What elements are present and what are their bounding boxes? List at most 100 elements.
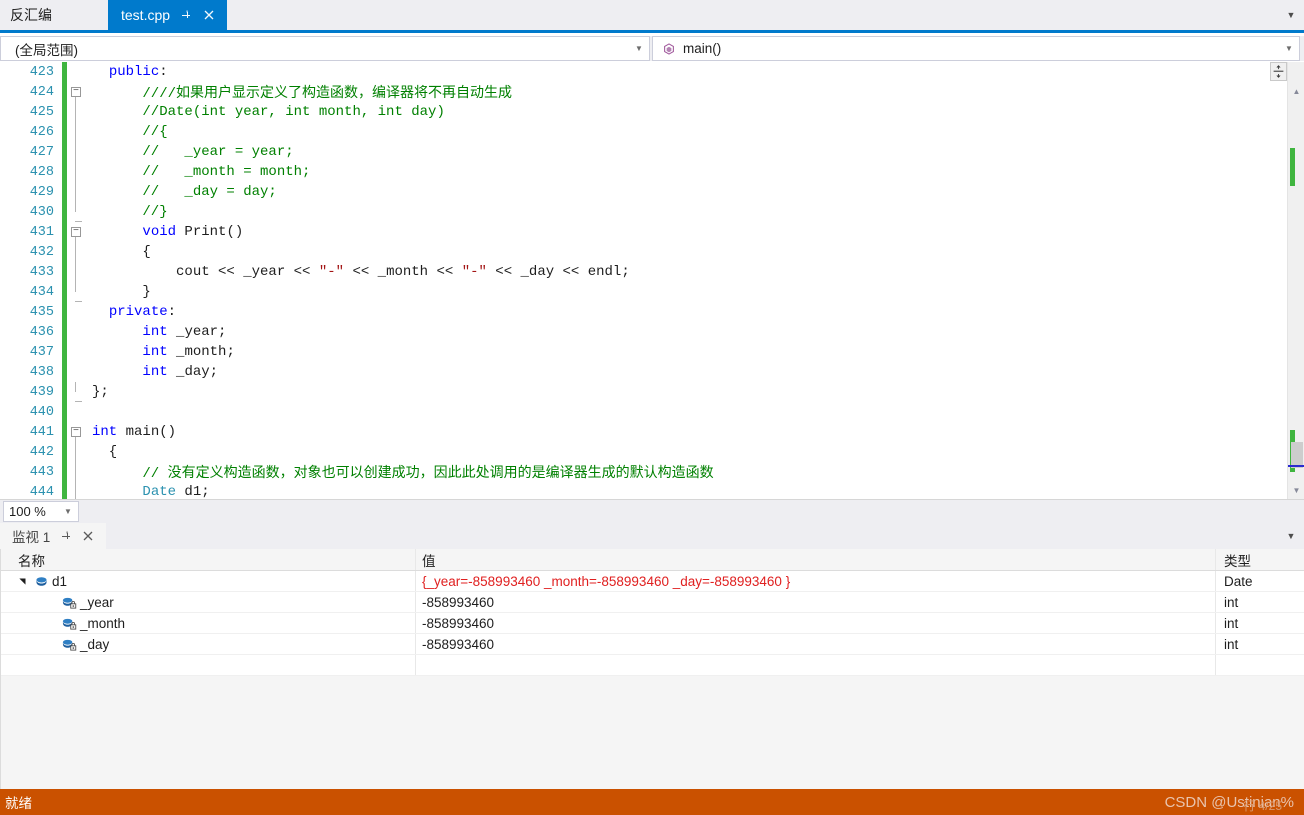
collapse-minus-icon[interactable]: − <box>71 87 81 97</box>
code-editor[interactable]: 423 public: 424 − ////如果用户显示定义了构造函数，编译器将不再… <box>0 62 1304 499</box>
split-view-icon[interactable] <box>1270 62 1287 81</box>
watch-left-divider <box>0 549 1 789</box>
code-line[interactable]: 440 <box>0 402 1270 422</box>
code-line[interactable]: 423 public: <box>0 62 1270 82</box>
code-token: private <box>108 304 168 320</box>
line-number: 439 <box>29 384 54 400</box>
change-marker-top <box>1290 148 1295 186</box>
expander-expanded-icon[interactable]: ◢ <box>18 573 27 589</box>
code-line[interactable]: 428 // _month = month; <box>0 162 1270 182</box>
empty-row-name[interactable] <box>0 655 416 675</box>
code-line[interactable]: 424 − ////如果用户显示定义了构造函数，编译器将不再自动生成 <box>0 82 1270 102</box>
code-line[interactable]: 436 int _year; <box>0 322 1270 342</box>
zoom-level-dropdown[interactable]: 100 % ▼ <box>3 501 79 522</box>
code-line[interactable]: 427 // _year = year; <box>0 142 1270 162</box>
watch-row-name-cell[interactable]: _month <box>0 613 416 633</box>
code-line[interactable]: 430 //} <box>0 202 1270 222</box>
scroll-down-triangle-down-icon[interactable]: ▼ <box>1288 482 1304 499</box>
fold-margin[interactable] <box>67 382 85 402</box>
code-line[interactable]: 438 int _day; <box>0 362 1270 382</box>
code-text: Date d1; <box>85 484 1270 499</box>
line-number: 432 <box>29 244 54 260</box>
fold-margin[interactable] <box>67 262 85 282</box>
code-text: //{ <box>85 124 1270 140</box>
pin-icon[interactable] <box>60 530 72 542</box>
tab-disassembly[interactable]: 反汇编 <box>0 0 108 30</box>
watch-row-value-cell[interactable]: -858993460 <box>416 634 1216 654</box>
code-line[interactable]: 442 { <box>0 442 1270 462</box>
code-token: } <box>92 284 151 300</box>
fold-margin[interactable] <box>67 362 85 382</box>
code-line[interactable]: 437 int _month; <box>0 342 1270 362</box>
collapse-minus-icon[interactable]: − <box>71 227 81 237</box>
watch-row-name-cell[interactable]: _day <box>0 634 416 654</box>
watch-row-value-cell[interactable]: -858993460 <box>416 592 1216 612</box>
fold-margin[interactable] <box>67 322 85 342</box>
watch-row-name-cell[interactable]: ◢ d1 <box>0 571 416 591</box>
scroll-up-triangle-up-icon[interactable]: ▲ <box>1288 83 1304 100</box>
watch-row[interactable]: ◢ d1 {_year=-858993460 _month=-858993460 _… <box>0 571 1304 592</box>
column-header-type[interactable]: 类型 <box>1216 549 1304 570</box>
watch-row[interactable]: _day -858993460 int <box>0 634 1304 655</box>
close-icon[interactable] <box>82 530 94 542</box>
fold-margin[interactable] <box>67 202 85 222</box>
code-text: // _month = month; <box>85 164 1270 180</box>
line-number: 440 <box>29 404 54 420</box>
fold-margin[interactable] <box>67 402 85 422</box>
code-text: private: <box>85 304 1270 320</box>
code-line[interactable]: 433 cout << _year << "-" << _month << "-… <box>0 262 1270 282</box>
fold-margin[interactable] <box>67 122 85 142</box>
code-line[interactable]: 434 } <box>0 282 1270 302</box>
fold-margin[interactable] <box>67 302 85 322</box>
code-line[interactable]: 439}; <box>0 382 1270 402</box>
fold-margin[interactable] <box>67 162 85 182</box>
watch-rows-container: ◢ d1 {_year=-858993460 _month=-858993460 _… <box>0 571 1304 655</box>
tab-overflow-chevron-down-icon[interactable]: ▼ <box>1278 0 1304 30</box>
fold-margin[interactable] <box>67 282 85 302</box>
fold-line <box>75 102 76 122</box>
fold-margin[interactable] <box>67 462 85 482</box>
pin-icon[interactable] <box>179 8 193 22</box>
fold-margin[interactable] <box>67 142 85 162</box>
fold-margin[interactable] <box>67 242 85 262</box>
tab-test-cpp[interactable]: test.cpp <box>108 0 228 30</box>
watch-row-value-cell[interactable]: -858993460 <box>416 613 1216 633</box>
code-line[interactable]: 432 { <box>0 242 1270 262</box>
fold-margin[interactable]: − <box>67 222 85 242</box>
column-header-name[interactable]: 名称 <box>0 549 416 570</box>
fold-margin[interactable]: − <box>67 422 85 442</box>
collapse-minus-icon[interactable]: − <box>71 427 81 437</box>
fold-margin[interactable] <box>67 342 85 362</box>
watch-row[interactable]: _year -858993460 int <box>0 592 1304 613</box>
fold-margin[interactable] <box>67 182 85 202</box>
fold-margin[interactable]: − <box>67 82 85 102</box>
fold-margin[interactable] <box>67 482 85 499</box>
code-line[interactable]: 444 Date d1; <box>0 482 1270 499</box>
column-header-value[interactable]: 值 <box>416 549 1216 570</box>
code-line[interactable]: 429 // _day = day; <box>0 182 1270 202</box>
private-field-icon <box>58 595 80 610</box>
watch-row-name-cell[interactable]: _year <box>0 592 416 612</box>
editor-vertical-scrollbar[interactable]: ▲ ▼ <box>1287 62 1304 499</box>
code-token: // 没有定义构造函数，对象也可以创建成功，因此此处调用的是编译器生成的默认构造… <box>92 466 714 482</box>
watch-tab-watch1[interactable]: 监视 1 <box>0 523 107 549</box>
watch-row[interactable]: _month -858993460 int <box>0 613 1304 634</box>
code-line[interactable]: 425 //Date(int year, int month, int day) <box>0 102 1270 122</box>
watch-row-value-cell[interactable]: {_year=-858993460 _month=-858993460 _day… <box>416 571 1216 591</box>
method-icon <box>662 42 676 56</box>
code-text: ////如果用户显示定义了构造函数，编译器将不再自动生成 <box>85 82 1270 102</box>
member-dropdown[interactable]: main() ▼ <box>652 36 1300 61</box>
fold-margin[interactable] <box>67 442 85 462</box>
watch-overflow-chevron-down-icon[interactable]: ▼ <box>1278 531 1304 541</box>
fold-margin[interactable] <box>67 102 85 122</box>
watch-empty-row[interactable] <box>0 655 1304 676</box>
code-line[interactable]: 431 − void Print() <box>0 222 1270 242</box>
code-line[interactable]: 443 // 没有定义构造函数，对象也可以创建成功，因此此处调用的是编译器生成的… <box>0 462 1270 482</box>
close-icon[interactable] <box>202 8 216 22</box>
scope-dropdown[interactable]: (全局范围) ▼ <box>0 36 650 61</box>
code-text: int _month; <box>85 344 1270 360</box>
code-line[interactable]: 426 //{ <box>0 122 1270 142</box>
code-line[interactable]: 441− int main() <box>0 422 1270 442</box>
code-line[interactable]: 435 private: <box>0 302 1270 322</box>
fold-margin[interactable] <box>67 62 85 82</box>
